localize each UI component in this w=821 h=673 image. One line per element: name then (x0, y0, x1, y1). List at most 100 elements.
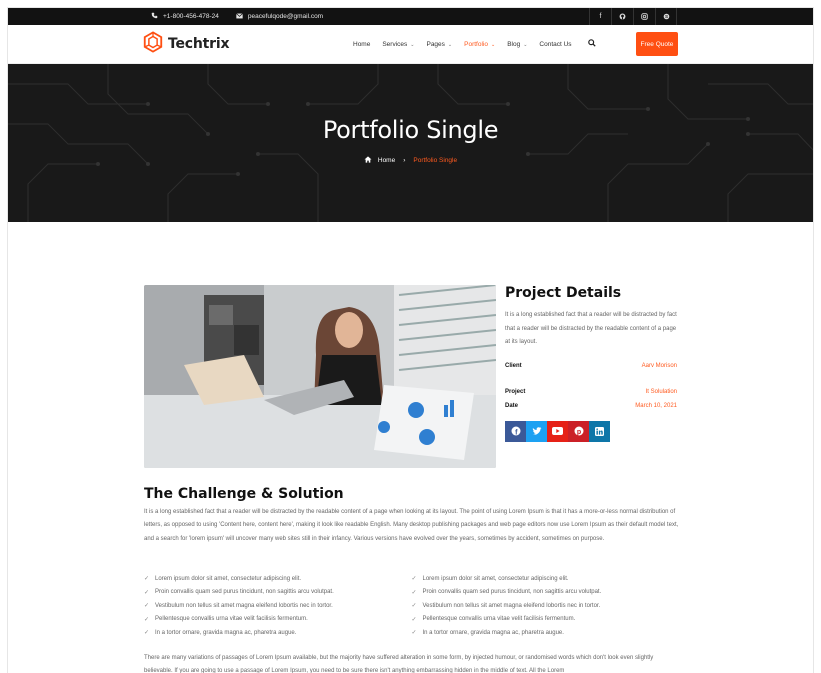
list-item: ✓ Pellentesque convallis urna vitae velit… (144, 613, 412, 627)
list-item-text: Proin convallis quam sed purus tincidunt… (422, 589, 602, 596)
site-frame: +1-800-456-478-24 peacefulqode@gmail.com… (7, 7, 814, 673)
menu-label: Pages (426, 41, 445, 48)
page: +1-800-456-478-24 peacefulqode@gmail.com… (0, 0, 821, 673)
email-contact[interactable]: peacefulqode@gmail.com (235, 12, 324, 21)
brand-logo[interactable]: Techtrix (142, 30, 230, 58)
menu-contact[interactable]: Contact Us (539, 41, 571, 48)
feature-list-right: ✓ Lorem ipsum dolor sit amet, consectetur… (412, 572, 680, 640)
svg-text:p: p (576, 429, 580, 436)
page-title: Portfolio Single (322, 116, 499, 144)
date-label: Date (505, 402, 519, 409)
phone-number: +1-800-456-478-24 (163, 13, 219, 20)
list-item-text: In a tortor ornare, gravida magna ac, ph… (422, 629, 564, 636)
mail-icon (235, 12, 243, 21)
linkedin-icon[interactable] (589, 420, 610, 442)
detail-row-client: Client Aarv Morison (505, 363, 677, 369)
free-quote-label: Free Quote (640, 40, 674, 48)
skype-icon[interactable]: S (655, 8, 677, 25)
instagram-icon[interactable] (633, 8, 655, 25)
double-check-icon: ✓ (411, 576, 417, 583)
menu-label: Services (382, 41, 408, 48)
facebook-icon[interactable]: f (505, 420, 526, 442)
github-icon[interactable] (611, 8, 633, 25)
list-item-text: Pellentesque convallis urna vitae velit … (155, 616, 308, 623)
challenge-text: It is a long established fact that a rea… (144, 509, 679, 542)
double-check-icon: ✓ (411, 630, 417, 637)
menu-pages[interactable]: Pages ⌄ (426, 41, 452, 48)
brand-name: Techtrix (168, 36, 230, 52)
list-item-text: Pellentesque convallis urna vitae velit … (422, 616, 576, 623)
list-item-text: In a tortor ornare, gravida magna ac, ph… (155, 629, 297, 636)
list-item: ✓ In a tortor ornare, gravida magna ac, p… (144, 626, 412, 640)
project-photo (144, 285, 496, 468)
project-description: It is a long established fact that a rea… (505, 312, 677, 345)
double-check-icon: ✓ (411, 589, 417, 596)
client-label: Client (505, 362, 522, 369)
list-item-text: Proin convallis quam sed purus tincidunt… (155, 589, 334, 596)
double-check-icon: ✓ (144, 589, 150, 596)
chevron-down-icon: ⌄ (490, 41, 496, 48)
list-item: ✓ Pellentesque convallis urna vitae velit… (412, 613, 680, 627)
top-bar: +1-800-456-478-24 peacefulqode@gmail.com… (8, 8, 813, 25)
double-check-icon: ✓ (144, 616, 150, 623)
twitter-icon[interactable] (526, 420, 547, 442)
chevron-down-icon: ⌄ (447, 41, 453, 48)
feature-list-left: ✓ Lorem ipsum dolor sit amet, consectetur… (144, 572, 412, 640)
list-item-text: Vestibulum non tellus sit amet magna ele… (155, 602, 333, 609)
menu-blog[interactable]: Blog ⌄ (507, 41, 527, 48)
list-item: ✓ Proin convallis quam sed purus tincidun… (412, 586, 680, 600)
phone-icon (151, 12, 158, 21)
challenge-section: The Challenge & Solution It is a long es… (144, 486, 679, 546)
share-buttons: f p (505, 420, 677, 442)
list-item-text: Lorem ipsum dolor sit amet, consectetur … (155, 575, 302, 582)
menu-label: Home (353, 41, 371, 48)
email-address: peacefulqode@gmail.com (247, 13, 324, 20)
facebook-icon[interactable]: f (589, 8, 611, 25)
double-check-icon: ✓ (144, 603, 150, 610)
breadcrumb-current: Portfolio Single (413, 157, 458, 164)
search-icon[interactable] (588, 39, 596, 49)
client-value: Aarv Morison (641, 362, 677, 369)
double-check-icon: ✓ (144, 576, 150, 583)
double-check-icon: ✓ (411, 603, 417, 610)
hexagon-logo-icon (142, 30, 164, 58)
project-details: Project Details It is a long established… (505, 285, 677, 442)
list-item-text: Lorem ipsum dolor sit amet, consectetur … (422, 575, 569, 582)
project-details-heading: Project Details (505, 285, 622, 301)
breadcrumb: Home › Portfolio Single (8, 156, 813, 165)
phone-contact[interactable]: +1-800-456-478-24 (151, 12, 219, 21)
svg-text:S: S (664, 14, 667, 19)
double-check-icon: ✓ (144, 630, 150, 637)
chevron-right-icon: › (403, 157, 406, 164)
menu-label: Contact Us (539, 41, 572, 48)
menu: Home Services ⌄ Pages ⌄ Portfolio ⌄ Blog ⌄ C… (353, 25, 584, 64)
menu-label: Portfolio (464, 41, 488, 48)
more-text: There are many variations of passages of… (144, 655, 654, 673)
pinterest-icon[interactable]: p (568, 420, 589, 442)
portfolio-content: Project Details It is a long established… (8, 222, 813, 673)
challenge-heading: The Challenge & Solution (144, 486, 344, 502)
free-quote-button[interactable]: Free Quote (636, 32, 678, 56)
chevron-down-icon: ⌄ (410, 41, 415, 48)
breadcrumb-home-link[interactable]: Home (378, 157, 395, 164)
feature-lists: ✓ Lorem ipsum dolor sit amet, consectetur… (144, 572, 679, 640)
list-item-text: Vestibulum non tellus sit amet magna ele… (422, 602, 601, 609)
page-header-banner: Portfolio Single Home › Portfolio Single (8, 64, 813, 222)
menu-services[interactable]: Services ⌄ (382, 41, 414, 48)
youtube-icon[interactable] (547, 420, 568, 442)
project-label: Project (505, 388, 526, 395)
list-item: ✓ Lorem ipsum dolor sit amet, consectetur… (144, 572, 412, 586)
double-check-icon: ✓ (411, 616, 417, 623)
project-value: It Solulation (645, 388, 677, 395)
home-icon (364, 156, 372, 165)
menu-home[interactable]: Home (353, 41, 370, 48)
list-item: ✓ In a tortor ornare, gravida magna ac, p… (412, 626, 680, 640)
list-item: ✓ Lorem ipsum dolor sit amet, consectetur… (412, 572, 680, 586)
list-item: ✓ Vestibulum non tellus sit amet magna el… (412, 599, 680, 613)
detail-row-project: Project It Solulation (505, 389, 677, 395)
detail-row-date: Date March 10, 2021 (505, 403, 677, 409)
date-value: March 10, 2021 (635, 402, 677, 409)
chevron-down-icon: ⌄ (523, 41, 528, 48)
menu-portfolio[interactable]: Portfolio ⌄ (464, 41, 495, 48)
menu-label: Blog (507, 41, 521, 48)
